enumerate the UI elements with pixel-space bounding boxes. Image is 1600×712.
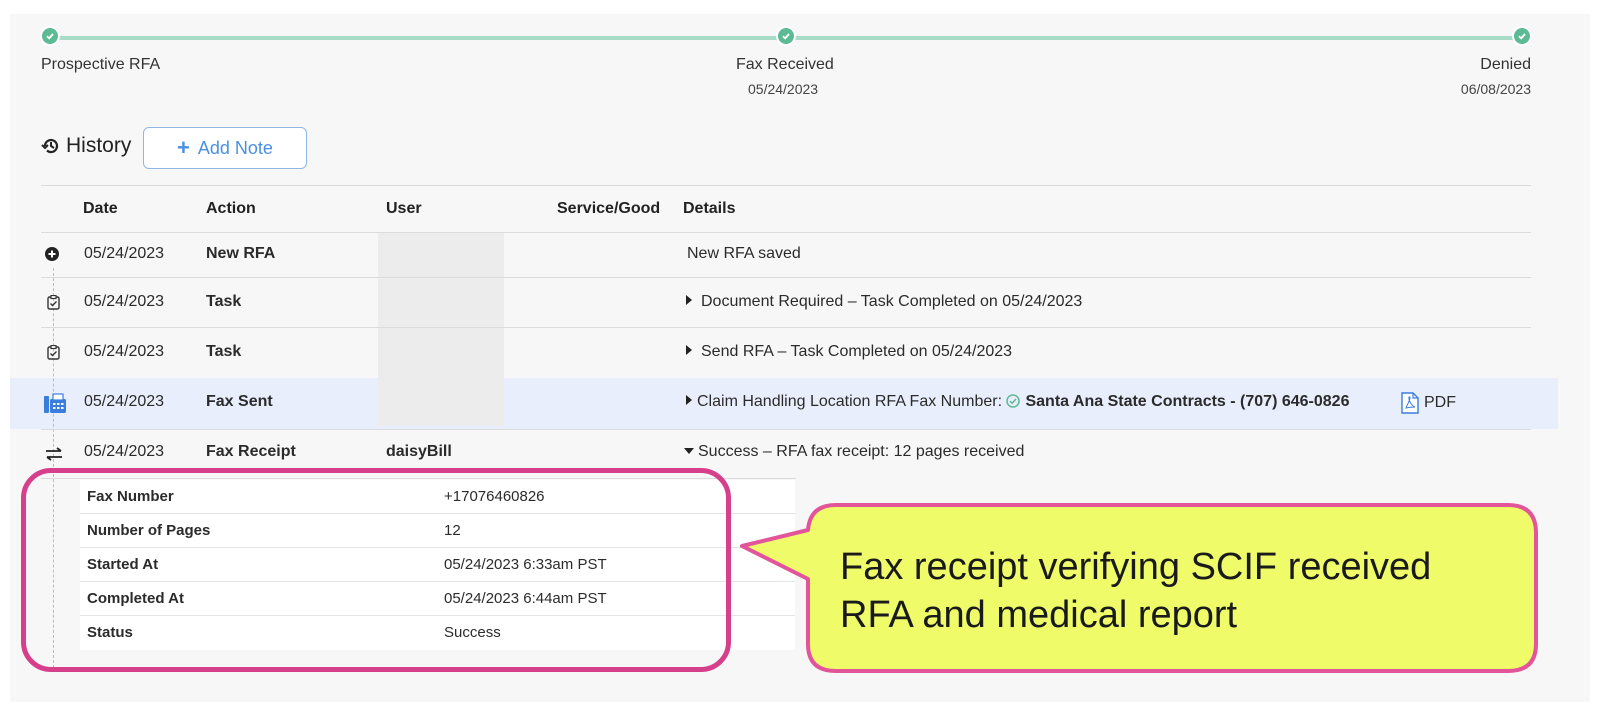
callout-line-2: RFA and medical report — [840, 594, 1238, 636]
callout-text: Fax receipt verifying SCIF received RFA … — [840, 543, 1431, 639]
callout-line-1: Fax receipt verifying SCIF received — [840, 546, 1432, 588]
